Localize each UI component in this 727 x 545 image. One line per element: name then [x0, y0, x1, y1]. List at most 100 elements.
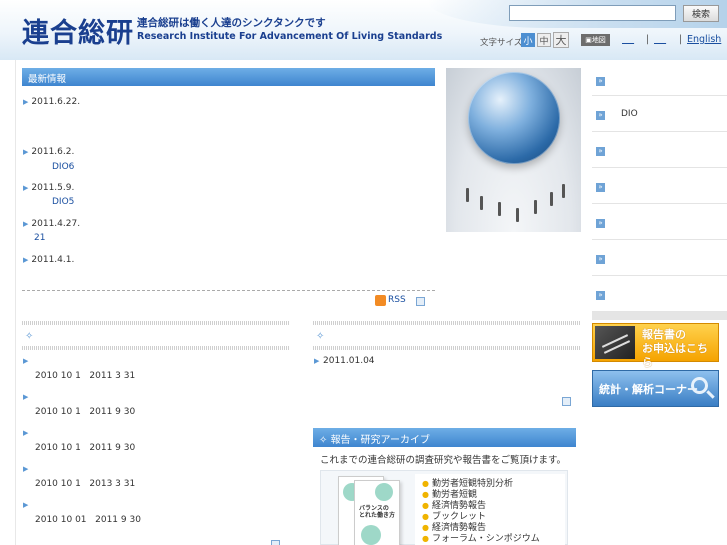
arrow-icon: »: [596, 219, 605, 228]
research-period: 2010 10 1 2011 9 30: [35, 443, 136, 453]
book-cover: バランスの とれた働き方: [354, 480, 400, 545]
bullet-icon: ▶: [23, 393, 29, 401]
map-label: 地図: [591, 36, 606, 44]
english-link[interactable]: English: [687, 34, 721, 45]
sidebar-item[interactable]: [592, 132, 727, 168]
news-link[interactable]: DIO5: [52, 197, 74, 207]
map-button[interactable]: ▣ 地図: [581, 34, 610, 46]
font-size-medium-button[interactable]: 中: [537, 33, 551, 47]
sidebar-item[interactable]: [592, 60, 727, 96]
arrow-icon: »: [596, 77, 605, 86]
archive-item[interactable]: ● フォーラム・シンポジウム: [422, 531, 540, 544]
statistics-corner-label: 統計・解析コーナー: [599, 383, 698, 396]
divider: [22, 290, 435, 291]
book-decoration: [361, 525, 381, 545]
window-icon[interactable]: [562, 397, 571, 406]
bullet-icon: ●: [422, 534, 429, 543]
news-link[interactable]: DIO6: [52, 162, 74, 172]
arrow-icon: »: [596, 291, 605, 300]
header-separator-1: |: [646, 34, 650, 45]
bullet-icon: ▶: [23, 429, 29, 437]
font-size-label: 文字サイズ: [480, 38, 523, 48]
bullet-icon: ▶: [23, 98, 29, 106]
archive-item-label: フォーラム・シンポジウム: [431, 534, 540, 544]
search-input[interactable]: [509, 5, 676, 21]
rss-link[interactable]: RSS: [388, 295, 406, 305]
research-period: 2010 10 1 2011 9 30: [35, 407, 136, 417]
header-separator-2: |: [679, 34, 683, 45]
book-decoration: [375, 483, 393, 501]
globe-outline: [468, 72, 560, 164]
section-divider: [22, 321, 290, 325]
header: 連合総研 連合総研は働く人達のシンクタンクです Research Institu…: [0, 0, 727, 60]
sidebar-item[interactable]: [592, 204, 727, 240]
window-icon[interactable]: [271, 540, 280, 545]
research-period: 2010 10 1 2013 3 31: [35, 479, 136, 489]
news-item[interactable]: ▶ 2011.4.1.: [23, 255, 74, 265]
sidebar-item[interactable]: [592, 240, 727, 276]
person-silhouette: [498, 202, 501, 216]
section-divider: [313, 321, 581, 325]
bullet-icon: ▶: [23, 148, 29, 156]
news-item[interactable]: ▶ 2011.4.27.: [23, 219, 80, 229]
sidebar-item[interactable]: [592, 168, 727, 204]
arrow-icon: »: [596, 111, 605, 120]
news-date: 2011.6.22.: [31, 97, 81, 107]
news-date: 2011.4.27.: [31, 219, 81, 229]
arrow-icon: »: [596, 147, 605, 156]
font-size-small-button[interactable]: 小: [521, 33, 535, 47]
news-item[interactable]: ▶ 2011.5.9.: [23, 183, 74, 193]
bullet-icon: ▶: [23, 184, 29, 192]
sidebar-item[interactable]: [592, 276, 727, 312]
person-silhouette: [550, 192, 553, 206]
section-divider: [22, 346, 290, 350]
sidebar-item-label: DIO: [621, 109, 638, 119]
search-button[interactable]: 検索: [683, 5, 719, 22]
report-order-banner[interactable]: 報告書の お申込はこちら: [592, 323, 719, 369]
bullet-icon: ▶: [23, 256, 29, 264]
person-silhouette: [466, 188, 469, 202]
archive-header[interactable]: ✧ 報告・研究アーカイブ: [313, 428, 576, 447]
sidebar-divider: [592, 312, 727, 320]
person-silhouette: [516, 208, 519, 222]
statistics-corner-banner[interactable]: 統計・解析コーナー: [592, 370, 719, 407]
news-header: 最新情報: [22, 68, 435, 86]
news-item[interactable]: ▶ 2011.6.22.: [23, 97, 80, 107]
person-silhouette: [534, 200, 537, 214]
person-silhouette: [480, 196, 483, 210]
bullet-icon: ▶: [23, 465, 29, 473]
section-icon: ✧: [25, 331, 34, 342]
archive-description: これまでの連合総研の調査研究や報告書をご覧頂けます。: [320, 455, 567, 466]
news-item[interactable]: ▶ 2011.6.2.: [23, 147, 74, 157]
section-icon: ✧: [316, 331, 325, 342]
bullet-icon: ▶: [23, 357, 29, 365]
header-link-2[interactable]: [654, 34, 666, 45]
news-link[interactable]: 21: [34, 233, 45, 243]
site-tagline: 連合総研は働く人達のシンクタンクです: [137, 17, 326, 29]
sidebar-item-dio[interactable]: [592, 96, 727, 132]
bullet-icon: ▶: [23, 501, 29, 509]
section-divider: [313, 346, 581, 350]
font-size-large-button[interactable]: 大: [553, 32, 569, 48]
site-english-name: Research Institute For Advancement Of Li…: [137, 31, 443, 42]
news-date: 2011.4.1.: [31, 255, 75, 265]
magnifier-handle: [706, 390, 715, 399]
event-date[interactable]: 2011.01.04: [323, 356, 375, 366]
research-period: 2010 10 01 2011 9 30: [35, 515, 141, 525]
research-period: 2010 10 1 2011 3 31: [35, 371, 136, 381]
window-icon[interactable]: [416, 297, 425, 306]
bullet-icon: ▶: [23, 220, 29, 228]
header-link-1[interactable]: [622, 34, 634, 45]
report-order-label: 報告書の お申込はこちら: [642, 328, 708, 369]
site-logo[interactable]: 連合総研: [22, 11, 134, 50]
page: 連合総研 連合総研は働く人達のシンクタンクです Research Institu…: [0, 0, 727, 545]
person-silhouette: [562, 184, 565, 198]
pen-paper-icon: [595, 326, 635, 359]
globe-image: [446, 68, 581, 232]
news-date: 2011.5.9.: [31, 183, 75, 193]
arrow-icon: »: [596, 183, 605, 192]
archive-book-image: バランスの とれた働き方: [324, 472, 408, 545]
rss-icon[interactable]: [375, 295, 386, 306]
bullet-icon: ▶: [314, 357, 320, 365]
archive-title: 報告・研究アーカイブ: [330, 435, 430, 446]
